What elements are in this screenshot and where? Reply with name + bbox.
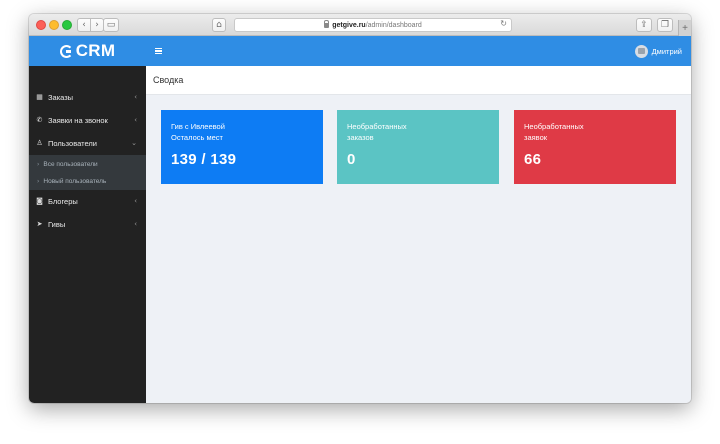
main-content: Сводка Гив с Ивлеевой Осталось мест 139 … — [146, 66, 691, 403]
sidebar: ▦ Заказы ‹ ✆ Заявки на звонок ‹ ♙ Пользо… — [29, 66, 146, 403]
lock-icon — [324, 19, 330, 28]
submenu-item-new-user[interactable]: › Новый пользователь — [29, 173, 146, 190]
card-title: Гив с Ивлеевой — [171, 122, 225, 131]
card-value: 0 — [347, 151, 356, 168]
logo-icon — [59, 44, 73, 58]
user-menu[interactable]: Дмитрий — [634, 43, 682, 59]
user-icon: ♙ — [36, 139, 43, 147]
menu-toggle-icon[interactable] — [155, 48, 162, 54]
sidebar-item-orders[interactable]: ▦ Заказы ‹ — [29, 87, 146, 107]
sidebar-item-label: Заказы — [48, 92, 74, 102]
stat-card-unprocessed-requests[interactable]: Необработанных заявок 66 — [514, 110, 676, 184]
card-subtitle: заявок — [524, 133, 548, 142]
avatar — [634, 44, 648, 58]
browser-window: ‹ › ▭ ⌂ getgive.ru/admin/dashboard ↻ ⇪ ❐… — [29, 14, 691, 403]
tab-overview-button[interactable]: ❐ — [657, 18, 673, 32]
sidebar-item-label: Заявки на звонок — [48, 115, 108, 125]
users-submenu: › Все пользователи › Новый пользователь — [29, 155, 146, 190]
card-subtitle: заказов — [347, 133, 374, 142]
stat-card-give-places[interactable]: Гив с Ивлеевой Осталось мест 139 / 139 — [161, 110, 323, 184]
minimize-window-button[interactable] — [49, 20, 59, 30]
sidebar-item-gives[interactable]: ➤ Гивы ‹ — [29, 214, 146, 234]
logo-text: CRM — [75, 41, 116, 60]
app-header: CRM Дмитрий — [29, 36, 691, 66]
submenu-item-label: Новый пользователь — [43, 178, 107, 185]
chevron-left-icon: ‹ — [134, 220, 137, 228]
reload-icon[interactable]: ↻ — [500, 19, 507, 28]
sidebar-item-label: Пользователи — [48, 138, 97, 148]
url-path: /admin/dashboard — [365, 21, 422, 29]
chevron-right-icon: › — [37, 178, 40, 185]
stat-card-unprocessed-orders[interactable]: Необработанных заказов 0 — [337, 110, 499, 184]
share-button[interactable]: ⇪ — [636, 18, 652, 32]
chevron-right-icon: › — [95, 20, 99, 30]
user-name: Дмитрий — [651, 46, 682, 56]
card-value: 66 — [524, 151, 542, 168]
card-title: Необработанных — [347, 122, 407, 131]
sidebar-item-label: Гивы — [48, 219, 66, 229]
chevron-left-icon: ‹ — [82, 20, 86, 30]
chevron-left-icon: ‹ — [134, 93, 137, 101]
phone-icon: ✆ — [36, 116, 43, 124]
page-header: Сводка — [146, 66, 691, 95]
page-title: Сводка — [153, 75, 184, 85]
zoom-window-button[interactable] — [62, 20, 72, 30]
send-icon: ➤ — [36, 220, 43, 228]
plus-icon: + — [682, 22, 688, 34]
instagram-icon: ◙ — [36, 197, 43, 205]
back-button[interactable]: ‹ — [77, 18, 91, 32]
show-sidebar-button[interactable]: ▭ — [103, 18, 119, 32]
address-bar[interactable]: getgive.ru/admin/dashboard ↻ — [234, 18, 512, 32]
chevron-right-icon: › — [37, 161, 40, 168]
sidebar-item-bloggers[interactable]: ◙ Блогеры ‹ — [29, 191, 146, 211]
share-icon: ⇪ — [640, 20, 648, 30]
sidebar-item-label: Блогеры — [48, 196, 78, 206]
sidebar-item-users[interactable]: ♙ Пользователи ⌄ — [29, 133, 146, 153]
chevron-left-icon: ‹ — [134, 116, 137, 124]
submenu-item-label: Все пользователи — [43, 161, 98, 168]
card-subtitle: Осталось мест — [171, 133, 223, 142]
logo[interactable]: CRM — [29, 36, 146, 66]
new-tab-button[interactable]: + — [678, 20, 691, 36]
card-title: Необработанных — [524, 122, 584, 131]
close-window-button[interactable] — [36, 20, 46, 30]
forward-button[interactable]: › — [90, 18, 104, 32]
sidebar-icon: ▭ — [106, 20, 116, 30]
chevron-down-icon: ⌄ — [131, 139, 137, 147]
home-button[interactable]: ⌂ — [212, 18, 226, 32]
chevron-left-icon: ‹ — [134, 197, 137, 205]
home-icon: ⌂ — [216, 20, 222, 30]
tabs-icon: ❐ — [660, 20, 670, 30]
card-value: 139 / 139 — [171, 151, 237, 168]
submenu-item-all-users[interactable]: › Все пользователи — [29, 156, 146, 173]
browser-toolbar: ‹ › ▭ ⌂ getgive.ru/admin/dashboard ↻ ⇪ ❐… — [29, 14, 691, 36]
sidebar-item-callbacks[interactable]: ✆ Заявки на звонок ‹ — [29, 110, 146, 130]
url-domain: getgive.ru — [332, 21, 366, 29]
grid-icon: ▦ — [36, 93, 43, 101]
